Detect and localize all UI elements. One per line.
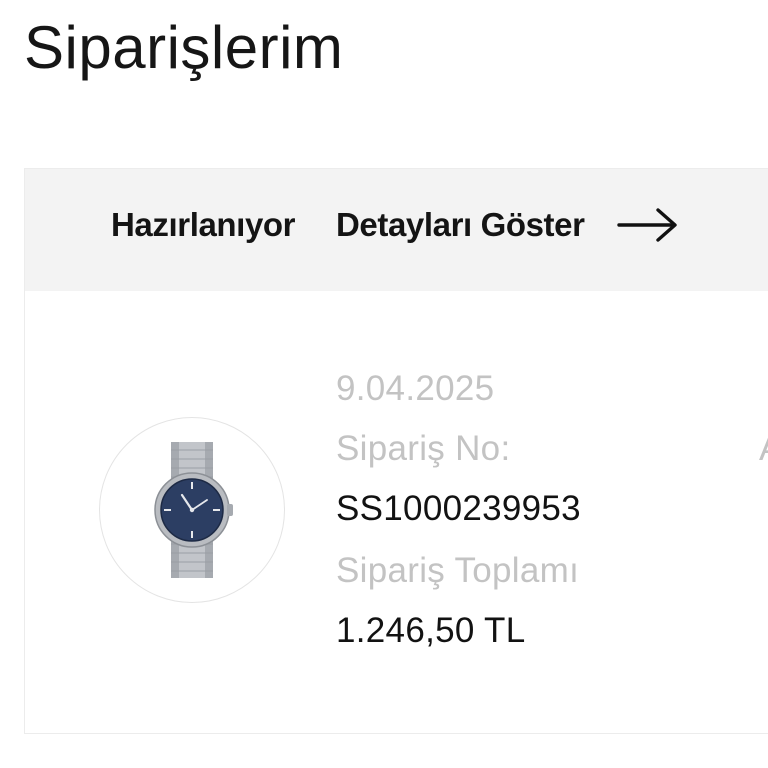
order-header: Hazırlanıyor Detayları Göster [25, 169, 768, 291]
show-details-label: Detayları Göster [336, 206, 585, 243]
page-title: Siparişlerim [24, 14, 344, 81]
product-thumbnail[interactable] [99, 417, 285, 603]
show-details-button[interactable]: Detayları Göster [336, 204, 679, 246]
order-total-value: 1.246,50 TL [336, 611, 526, 650]
order-date: 9.04.2025 [336, 369, 495, 408]
order-number-label: Sipariş No: [336, 429, 511, 468]
order-card: Hazırlanıyor Detayları Göster 9.04.2025 … [24, 168, 768, 734]
watch-icon [154, 442, 233, 578]
arrow-right-icon [616, 208, 677, 242]
order-number-value: SS1000239953 [336, 489, 581, 528]
orders-page: Siparişlerim Hazırlanıyor Detayları Göst… [0, 0, 768, 768]
order-status: Hazırlanıyor [111, 206, 296, 243]
clipped-text: A [759, 427, 768, 471]
order-total-label: Sipariş Toplamı [336, 551, 580, 590]
